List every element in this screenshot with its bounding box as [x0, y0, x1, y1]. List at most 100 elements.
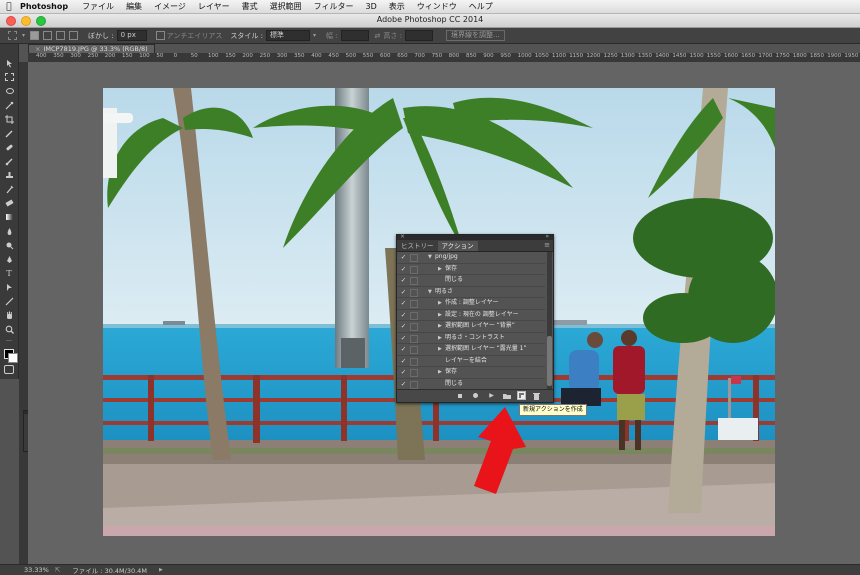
create-new-set-icon[interactable]	[502, 391, 511, 400]
type-tool-icon[interactable]: T	[4, 268, 14, 278]
action-row[interactable]: ✓ ▶ 設定 : 現在の 調整レイヤー	[397, 310, 545, 321]
close-tab-icon[interactable]: ×	[35, 45, 40, 53]
collapsed-triangle-icon[interactable]: ▶	[438, 367, 442, 378]
stop-playing-icon[interactable]	[455, 391, 464, 400]
blur-tool-icon[interactable]	[4, 226, 14, 236]
menu-select[interactable]: 選択範囲	[264, 1, 308, 12]
refine-edge-button[interactable]: 境界線を調整...	[446, 30, 505, 41]
apple-icon[interactable]: 	[0, 2, 18, 12]
collapsed-triangle-icon[interactable]: ▶	[438, 310, 442, 321]
collapsed-triangle-icon[interactable]: ▶	[438, 298, 442, 309]
intersect-selection-icon[interactable]	[69, 31, 79, 40]
zoom-level[interactable]: 33.33%	[24, 566, 49, 574]
menu-help[interactable]: ヘルプ	[463, 1, 499, 12]
menu-file[interactable]: ファイル	[76, 1, 120, 12]
add-selection-icon[interactable]	[43, 31, 53, 40]
menu-window[interactable]: ウィンドウ	[411, 1, 463, 12]
toggle-check-icon[interactable]: ✓	[400, 333, 407, 344]
toggle-check-icon[interactable]: ✓	[400, 356, 407, 367]
dialog-toggle-box[interactable]	[410, 300, 418, 308]
toggle-check-icon[interactable]: ✓	[400, 298, 407, 309]
dialog-toggle-box[interactable]	[410, 334, 418, 343]
dialog-toggle-box[interactable]	[410, 323, 418, 331]
zoom-tool-icon[interactable]	[4, 324, 14, 334]
toggle-check-icon[interactable]: ✓	[400, 310, 407, 321]
width-input[interactable]	[340, 30, 369, 41]
dodge-tool-icon[interactable]	[4, 240, 14, 250]
play-selection-icon[interactable]: ▶	[487, 391, 496, 400]
marquee-tool-icon[interactable]	[4, 72, 14, 82]
dialog-toggle-box[interactable]	[410, 288, 418, 297]
style-chevron-down-icon[interactable]: ▾	[313, 32, 316, 39]
dialog-toggle-box[interactable]	[410, 380, 418, 389]
menu-view[interactable]: 表示	[383, 1, 411, 12]
action-row[interactable]: ✓ ▶ 選択範囲 レイヤー “背景”	[397, 321, 545, 333]
dialog-toggle-box[interactable]	[410, 311, 418, 320]
panel-menu-icon[interactable]: ≡	[544, 241, 550, 249]
subtract-selection-icon[interactable]	[56, 31, 66, 40]
line-tool-icon[interactable]	[4, 296, 14, 306]
quick-selection-tool-icon[interactable]	[4, 100, 14, 110]
path-selection-tool-icon[interactable]	[4, 282, 14, 292]
collapsed-triangle-icon[interactable]: ▶	[438, 333, 442, 344]
dialog-toggle-box[interactable]	[410, 277, 418, 285]
marquee-tool-icon[interactable]	[8, 31, 17, 40]
pen-tool-icon[interactable]	[4, 254, 14, 264]
tab-history[interactable]: ヒストリー	[397, 241, 438, 251]
begin-recording-icon[interactable]	[471, 391, 480, 400]
dialog-toggle-box[interactable]	[410, 254, 418, 262]
panel-close-icon[interactable]: ×	[400, 233, 405, 240]
collapsed-triangle-icon[interactable]: ▶	[438, 321, 442, 332]
toggle-check-icon[interactable]: ✓	[400, 287, 407, 298]
brush-tool-icon[interactable]	[4, 156, 14, 166]
dialog-toggle-box[interactable]	[410, 369, 418, 377]
toggle-check-icon[interactable]: ✓	[400, 379, 407, 390]
action-row[interactable]: ✓ ▶ 保存	[397, 264, 545, 275]
menu-image[interactable]: イメージ	[148, 1, 192, 12]
create-new-action-button[interactable]	[517, 391, 526, 400]
feather-input[interactable]: 0 px	[116, 30, 147, 41]
history-brush-tool-icon[interactable]	[4, 184, 14, 194]
menu-filter[interactable]: フィルター	[308, 1, 360, 12]
expanded-triangle-icon[interactable]: ▼	[428, 252, 432, 263]
dialog-toggle-box[interactable]	[410, 357, 418, 366]
more-tools-icon[interactable]: ···	[4, 336, 14, 346]
toggle-check-icon[interactable]: ✓	[400, 252, 407, 263]
action-row[interactable]: ✓ ▶ 明るさ・コントラスト	[397, 333, 545, 344]
action-row[interactable]: ✓ ▶ 作成 : 調整レイヤー	[397, 298, 545, 310]
swap-icon[interactable]: ⇄	[375, 32, 381, 40]
delete-icon[interactable]	[532, 391, 541, 400]
dialog-toggle-box[interactable]	[410, 346, 418, 354]
status-menu-arrow-icon[interactable]: ▶	[159, 567, 163, 573]
height-input[interactable]	[405, 30, 434, 41]
actions-scrollbar[interactable]	[547, 252, 552, 389]
toggle-check-icon[interactable]: ✓	[400, 275, 407, 286]
action-row[interactable]: ✓ ▶ 選択範囲 レイヤー “露光量 1”	[397, 344, 545, 356]
dialog-toggle-box[interactable]	[410, 265, 418, 274]
toggle-check-icon[interactable]: ✓	[400, 344, 407, 355]
tab-actions[interactable]: アクション	[437, 241, 478, 251]
new-selection-icon[interactable]	[30, 31, 40, 40]
eraser-tool-icon[interactable]	[4, 198, 14, 208]
background-color-swatch[interactable]	[8, 353, 18, 363]
status-export-icon[interactable]: ⇱	[55, 566, 60, 574]
toggle-check-icon[interactable]: ✓	[400, 367, 407, 378]
action-row[interactable]: ✓ ▶ 保存	[397, 367, 545, 379]
quick-mask-icon[interactable]	[4, 365, 14, 374]
action-row[interactable]: ✓ 閉じる	[397, 275, 545, 287]
action-row[interactable]: ✓ 閉じる	[397, 379, 545, 390]
toggle-check-icon[interactable]: ✓	[400, 264, 407, 275]
hand-tool-icon[interactable]	[4, 310, 14, 320]
style-select[interactable]: 標準	[265, 30, 310, 41]
collapsed-triangle-icon[interactable]: ▶	[438, 264, 442, 275]
action-row[interactable]: ✓ ▼ png/jpg	[397, 252, 545, 264]
eyedropper-tool-icon[interactable]	[4, 128, 14, 138]
menu-type[interactable]: 書式	[236, 1, 264, 12]
action-row[interactable]: ✓ ▼ 明るさ	[397, 287, 545, 298]
menu-layer[interactable]: レイヤー	[192, 1, 236, 12]
healing-brush-tool-icon[interactable]	[4, 142, 14, 152]
collapsed-triangle-icon[interactable]: ▶	[438, 344, 442, 355]
lasso-tool-icon[interactable]	[4, 86, 14, 96]
menu-3d[interactable]: 3D	[360, 2, 383, 11]
action-row[interactable]: ✓ レイヤーを結合	[397, 356, 545, 367]
